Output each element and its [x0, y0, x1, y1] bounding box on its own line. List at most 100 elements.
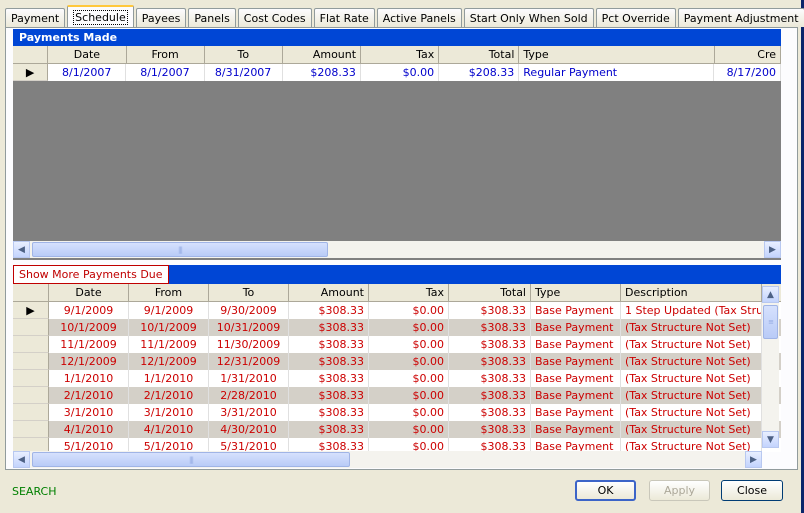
column-header-amount[interactable]: Amount	[283, 46, 362, 63]
tab-label: Payment Adjustment	[683, 11, 799, 25]
table-cell: 12/31/2009	[209, 353, 289, 370]
status-text: SEARCH	[12, 485, 57, 498]
table-row[interactable]: ▶ 9/1/2009 9/1/2009 9/30/2009 $308.33 $0.00 $3…	[13, 302, 781, 319]
table-cell: 12/1/2009	[49, 353, 129, 370]
table-cell: $208.33	[439, 64, 520, 81]
tab-payment-adjustment[interactable]: Payment Adjustment	[677, 8, 804, 27]
table-cell: (Tax Structure Not Set)	[621, 336, 762, 353]
tab-payment[interactable]: Payment	[5, 8, 66, 27]
table-cell: (Tax Structure Not Set)	[621, 353, 762, 370]
column-header-from[interactable]: From	[127, 46, 205, 63]
scroll-down-button[interactable]: ▼	[762, 431, 779, 448]
table-cell: Base Payment	[531, 353, 621, 370]
table-row[interactable]: 10/1/2009 10/1/2009 10/31/2009 $308.33 $0.00…	[13, 319, 781, 336]
table-cell: $308.33	[449, 404, 531, 421]
table-cell: 2/1/2010	[49, 387, 129, 404]
scroll-thumb[interactable]: |||	[32, 242, 328, 257]
column-header-cre[interactable]: Cre	[715, 46, 781, 63]
tab-label: Panels	[194, 11, 230, 25]
column-header-type[interactable]: Type	[519, 46, 715, 63]
column-header-date[interactable]: Date	[49, 284, 129, 301]
column-header-description[interactable]: Description	[621, 284, 762, 301]
scroll-up-button[interactable]: ▲	[762, 286, 779, 303]
tab-active-panels[interactable]: Active Panels	[376, 8, 462, 27]
scroll-right-button[interactable]: ▶	[745, 451, 762, 468]
table-row[interactable]: 5/1/2010 5/1/2010 5/31/2010 $308.33 $0.00 $30…	[13, 438, 781, 452]
ok-button[interactable]: OK	[575, 480, 636, 501]
table-cell: $308.33	[449, 336, 531, 353]
tab-pct-override[interactable]: Pct Override	[595, 8, 676, 27]
table-row[interactable]: 1/1/2010 1/1/2010 1/31/2010 $308.33 $0.00 $30…	[13, 370, 781, 387]
column-header-total[interactable]: Total	[439, 46, 520, 63]
payments-due-vscrollbar[interactable]: ▲ ≡ ▼	[762, 286, 779, 448]
table-row[interactable]: 11/1/2009 11/1/2009 11/30/2009 $308.33 $0.00…	[13, 336, 781, 353]
tab-flat-rate[interactable]: Flat Rate	[313, 8, 375, 27]
table-cell: 8/1/2007	[126, 64, 205, 81]
column-header-to[interactable]: To	[209, 284, 289, 301]
table-cell: $308.33	[449, 370, 531, 387]
row-selector[interactable]	[13, 421, 49, 438]
column-header-from[interactable]: From	[129, 284, 209, 301]
payments-due-header: Date From To Amount Tax Total Type Description	[13, 284, 781, 302]
tab-label: Schedule	[73, 9, 128, 25]
column-header-type[interactable]: Type	[531, 284, 621, 301]
table-cell: 1 Step Updated (Tax Structu	[621, 302, 762, 319]
payments-made-grid: Payments Made Date From To Amount Tax Total Ty…	[13, 29, 781, 260]
scroll-thumb[interactable]: |||	[32, 452, 350, 467]
apply-button[interactable]: Apply	[649, 480, 710, 501]
row-selector-header	[13, 46, 49, 63]
column-header-tax[interactable]: Tax	[369, 284, 449, 301]
payments-due-rows: ▶ 9/1/2009 9/1/2009 9/30/2009 $308.33 $0.00 $3…	[13, 302, 781, 452]
column-header-tax[interactable]: Tax	[361, 46, 440, 63]
table-row[interactable]: 2/1/2010 2/1/2010 2/28/2010 $308.33 $0.00 $30…	[13, 387, 781, 404]
tab-payees[interactable]: Payees	[135, 8, 187, 27]
table-cell: $308.33	[289, 319, 369, 336]
tab-strip: Payment Schedule Payees Panels Cost Codes Fla…	[5, 5, 804, 27]
table-cell: 1/1/2010	[129, 370, 209, 387]
tab-schedule[interactable]: Schedule	[67, 5, 134, 27]
table-cell: 10/31/2009	[209, 319, 289, 336]
vscroll-thumb[interactable]: ≡	[763, 305, 778, 339]
table-cell: 10/1/2009	[129, 319, 209, 336]
payments-made-caption: Payments Made	[13, 29, 781, 46]
tab-start-only-when-sold[interactable]: Start Only When Sold	[463, 8, 594, 27]
scroll-left-button[interactable]: ◀	[13, 451, 30, 468]
row-selector[interactable]	[13, 404, 49, 421]
column-header-date[interactable]: Date	[48, 46, 127, 63]
row-selector[interactable]: ▶	[13, 302, 49, 319]
table-cell: Base Payment	[531, 370, 621, 387]
table-cell: $308.33	[449, 353, 531, 370]
scroll-left-button[interactable]: ◀	[13, 241, 30, 258]
tab-label: Active Panels	[382, 11, 456, 25]
table-cell: 2/28/2010	[209, 387, 289, 404]
row-selector[interactable]	[13, 319, 49, 336]
table-cell: 1/31/2010	[209, 370, 289, 387]
tab-label: Payment	[11, 11, 60, 25]
table-row[interactable]: ▶ 8/1/2007 8/1/2007 8/31/2007 $208.33 $0.00 $2…	[13, 64, 781, 81]
column-header-amount[interactable]: Amount	[289, 284, 369, 301]
payments-due-hscrollbar[interactable]: ◀ ||| ▶	[13, 451, 762, 468]
table-cell: 5/1/2010	[129, 438, 209, 452]
row-selector[interactable]	[13, 353, 49, 370]
scroll-right-button[interactable]: ▶	[764, 241, 781, 258]
show-more-payments-due-button[interactable]: Show More Payments Due	[13, 265, 169, 284]
row-selector[interactable]	[13, 438, 49, 452]
tab-cost-codes[interactable]: Cost Codes	[237, 8, 312, 27]
column-header-to[interactable]: To	[205, 46, 283, 63]
table-cell: $0.00	[369, 404, 449, 421]
row-selector[interactable]	[13, 336, 49, 353]
row-selector[interactable]	[13, 387, 49, 404]
payments-made-title: Payments Made	[19, 31, 118, 44]
column-header-total[interactable]: Total	[449, 284, 531, 301]
table-cell: 3/1/2010	[129, 404, 209, 421]
table-cell: $0.00	[369, 421, 449, 438]
row-selector[interactable]: ▶	[13, 64, 49, 81]
payments-made-hscrollbar[interactable]: ◀ ||| ▶	[13, 241, 781, 258]
table-row[interactable]: 3/1/2010 3/1/2010 3/31/2010 $308.33 $0.00 $30…	[13, 404, 781, 421]
row-selector[interactable]	[13, 370, 49, 387]
table-cell: $0.00	[369, 353, 449, 370]
close-button[interactable]: Close	[721, 480, 783, 501]
table-row[interactable]: 12/1/2009 12/1/2009 12/31/2009 $308.33 $0.00…	[13, 353, 781, 370]
table-row[interactable]: 4/1/2010 4/1/2010 4/30/2010 $308.33 $0.00 $30…	[13, 421, 781, 438]
tab-panels[interactable]: Panels	[188, 8, 236, 27]
